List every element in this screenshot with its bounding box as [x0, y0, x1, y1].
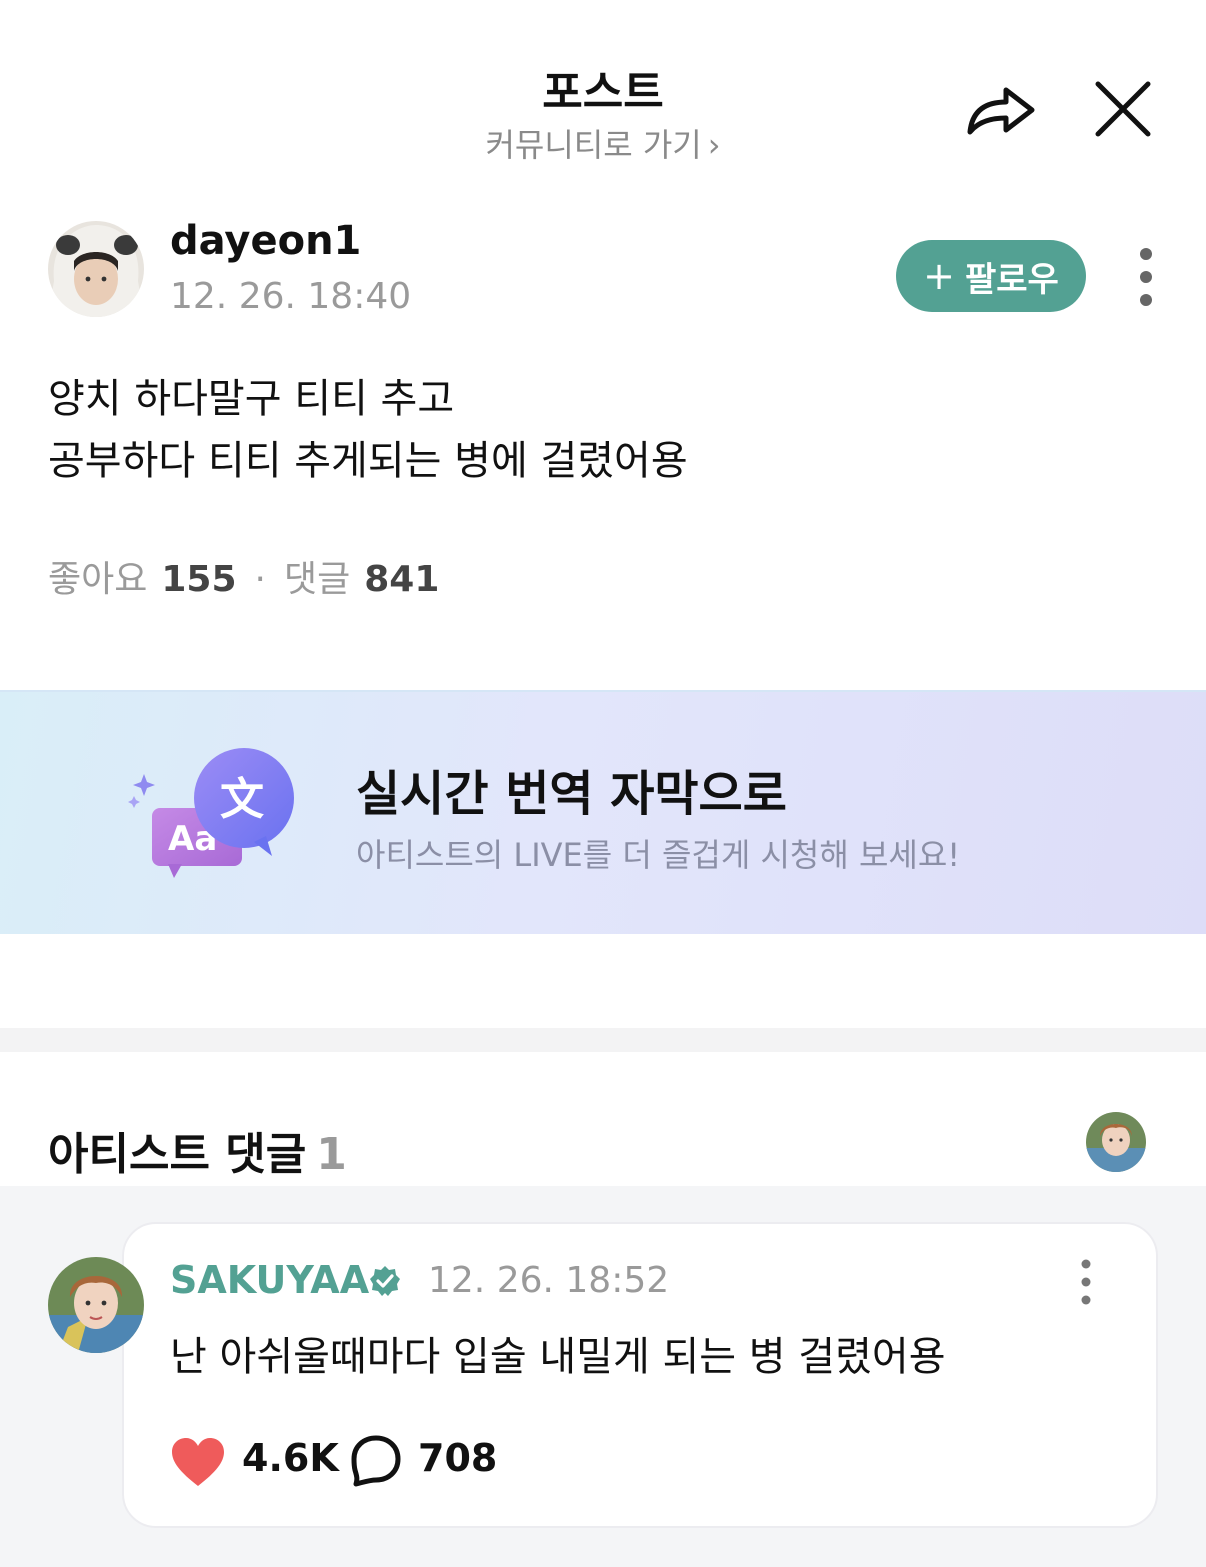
commenter-name[interactable]: SAKUYAA: [170, 1258, 369, 1302]
comments-label: 댓글: [283, 559, 351, 600]
author-avatar[interactable]: [48, 221, 144, 317]
verified-badge-icon: [368, 1264, 402, 1298]
translation-banner[interactable]: Aa 文 실시간 번역 자막으로 아티스트의 LIVE를 더 즐겁게 시청해 보…: [0, 690, 1206, 934]
artist-avatar-small[interactable]: [1086, 1112, 1146, 1172]
comment-timestamp: 12. 26. 18:52: [428, 1260, 670, 1301]
comment-reply-count: 708: [418, 1436, 498, 1480]
chevron-right-icon: ›: [707, 126, 721, 164]
share-button[interactable]: [962, 76, 1042, 142]
more-vertical-icon: [1140, 248, 1152, 306]
follow-button[interactable]: + 팔로우: [896, 240, 1086, 312]
artist-comments-title: 아티스트 댓글: [48, 1129, 307, 1180]
heart-icon[interactable]: [170, 1436, 226, 1488]
more-vertical-icon: [1081, 1259, 1091, 1305]
close-icon: [1095, 81, 1151, 137]
translate-icon-back-glyph: 文: [220, 774, 264, 825]
share-icon: [967, 87, 1035, 135]
author-name[interactable]: dayeon1: [170, 218, 361, 264]
post-body-line: 양치 하다말구 티티 추고: [48, 376, 455, 422]
banner-subtitle: 아티스트의 LIVE를 더 즐겁게 시청해 보세요!: [356, 836, 961, 874]
post-more-button[interactable]: [1126, 244, 1166, 310]
banner-title: 실시간 번역 자막으로: [356, 766, 787, 822]
close-button[interactable]: [1090, 76, 1156, 142]
section-divider: [0, 1028, 1206, 1052]
post-stats: 좋아요 155 · 댓글 841: [48, 550, 439, 602]
stats-separator: ·: [254, 559, 266, 600]
reply-bubble-icon[interactable]: [350, 1434, 402, 1488]
go-to-community-label: 커뮤니티로 가기: [485, 126, 702, 164]
likes-count: 155: [161, 559, 237, 600]
post-timestamp: 12. 26. 18:40: [170, 276, 412, 317]
avatar-image: [1086, 1112, 1146, 1172]
comment-text: 난 아쉬울때마다 입술 내밀게 되는 병 걸렸어용: [170, 1334, 946, 1380]
artist-comments-header: 아티스트 댓글 1: [48, 1118, 347, 1182]
plus-icon: +: [923, 254, 955, 298]
avatar-image: [48, 221, 144, 317]
artist-comments-count: 1: [316, 1129, 347, 1180]
comments-count: 841: [364, 559, 440, 600]
follow-label: 팔로우: [965, 259, 1059, 300]
post-body: 양치 하다말구 티티 추고 공부하다 티티 추게되는 병에 걸렸어용: [48, 368, 688, 492]
comment-like-count: 4.6K: [242, 1436, 339, 1480]
comment-more-button[interactable]: [1066, 1256, 1106, 1308]
translate-icon: Aa 文: [124, 748, 304, 888]
avatar-image: [48, 1257, 144, 1353]
commenter-avatar[interactable]: [48, 1257, 144, 1353]
likes-label: 좋아요: [48, 559, 148, 600]
post-body-line: 공부하다 티티 추게되는 병에 걸렸어용: [48, 438, 688, 484]
